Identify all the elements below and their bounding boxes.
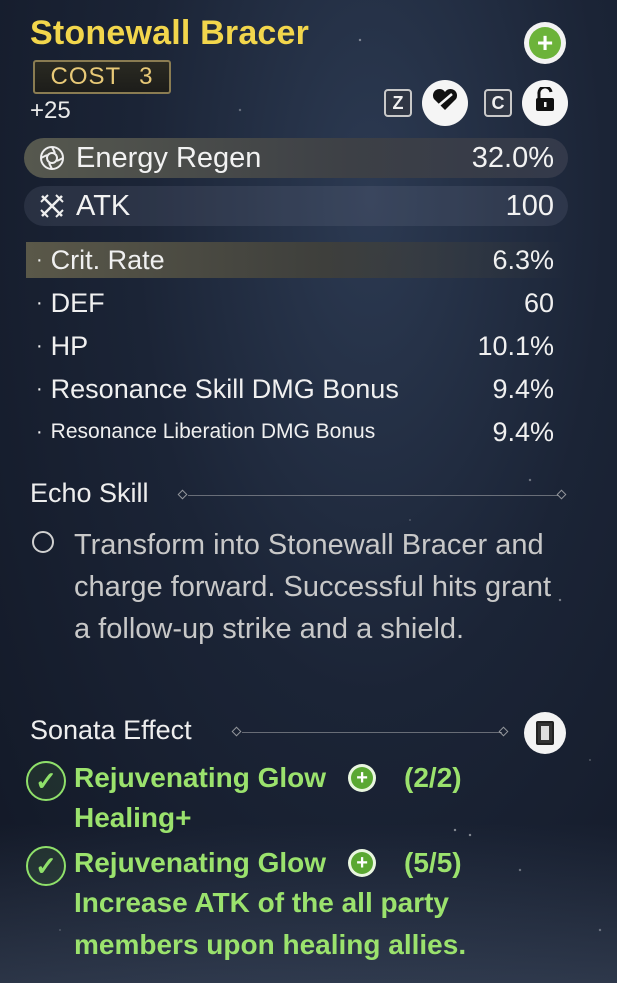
sonata-effect-count: (5/5): [404, 847, 462, 878]
upgrade-button[interactable]: +: [524, 22, 566, 64]
sonata-effect-heading: Sonata Effect: [30, 715, 192, 745]
sub-stat-label: Crit. Rate: [50, 244, 165, 275]
sub-stat-value: 10.1%: [477, 330, 554, 361]
section-divider: [188, 495, 558, 496]
sub-stat-hp: · HP 10.1%: [26, 328, 568, 364]
active-check-icon: ✓: [26, 761, 66, 801]
bullet-dot: ·: [36, 377, 43, 400]
sub-stat-label: HP: [50, 330, 89, 361]
sub-stat-crit-rate: · Crit. Rate 6.3%: [26, 242, 568, 278]
main-stat-atk: ATK 100: [24, 186, 568, 226]
broken-heart-icon: [432, 88, 458, 119]
sub-stat-label: Resonance Skill DMG Bonus: [50, 373, 399, 404]
sonata-plus-icon: +: [348, 849, 377, 877]
echo-level: +25: [30, 97, 71, 124]
sonata-effect-count: (2/2): [404, 762, 462, 793]
echo-skill-heading: Echo Skill: [30, 478, 149, 508]
sonata-effect-name: Rejuvenating Glow: [74, 847, 327, 878]
discard-hotkey: Z: [384, 89, 412, 117]
card-set-icon: [536, 721, 554, 745]
main-stat-energy-regen: Energy Regen 32.0%: [24, 138, 568, 178]
active-check-icon: ✓: [26, 846, 66, 886]
skill-bullet-icon: [32, 531, 54, 553]
atk-swords-icon: [38, 192, 66, 220]
sub-stat-value: 60: [523, 287, 554, 318]
sub-stat-label: DEF: [50, 287, 105, 318]
discard-button[interactable]: [422, 80, 468, 126]
sub-stat-def: · DEF 60: [26, 285, 568, 321]
cost-label: COST: [50, 63, 122, 90]
sub-stat-value: 6.3%: [492, 244, 554, 275]
divider-diamond: [177, 489, 188, 500]
main-stat-value: 32.0%: [471, 141, 554, 174]
main-stat-label: Energy Regen: [76, 141, 262, 174]
main-stat-label: ATK: [76, 189, 131, 222]
sub-stat-resonance-skill-dmg: · Resonance Skill DMG Bonus 9.4%: [26, 371, 568, 407]
sonata-effect-description: Healing+: [74, 802, 192, 833]
divider-diamond: [498, 726, 509, 737]
sonata-effect-description: Increase ATK of the all party members up…: [74, 887, 467, 960]
energy-regen-icon: [38, 144, 66, 172]
cost-value: 3: [139, 63, 154, 90]
sonata-effect-row: Rejuvenating Glow + (2/2): [74, 762, 462, 794]
bullet-dot: ·: [36, 334, 43, 357]
section-divider: [242, 732, 502, 733]
sonata-effect-name: Rejuvenating Glow: [74, 762, 327, 793]
sub-stat-value: 9.4%: [492, 373, 554, 404]
lock-button[interactable]: [522, 80, 568, 126]
bullet-dot: ·: [36, 248, 43, 271]
bullet-dot: ·: [36, 420, 43, 443]
divider-diamond: [231, 726, 242, 737]
plus-icon: +: [529, 27, 561, 59]
lock-hotkey: C: [484, 89, 512, 117]
echo-name: Stonewall Bracer: [30, 14, 310, 52]
sub-stat-value: 9.4%: [492, 416, 554, 447]
echo-skill-description: Transform into Stonewall Bracer and char…: [74, 529, 552, 645]
cost-badge: COST 3: [33, 60, 171, 94]
unlock-icon: [534, 84, 556, 120]
sub-stat-resonance-liberation-dmg: · Resonance Liberation DMG Bonus 9.4%: [26, 414, 568, 450]
sub-stat-label: Resonance Liberation DMG Bonus: [50, 420, 376, 443]
main-stat-value: 100: [505, 189, 554, 222]
sonata-effect-row: Rejuvenating Glow + (5/5): [74, 847, 462, 879]
sonata-set-button[interactable]: [524, 712, 566, 754]
bullet-dot: ·: [36, 291, 43, 314]
sonata-plus-icon: +: [348, 764, 377, 792]
divider-diamond: [556, 489, 567, 500]
